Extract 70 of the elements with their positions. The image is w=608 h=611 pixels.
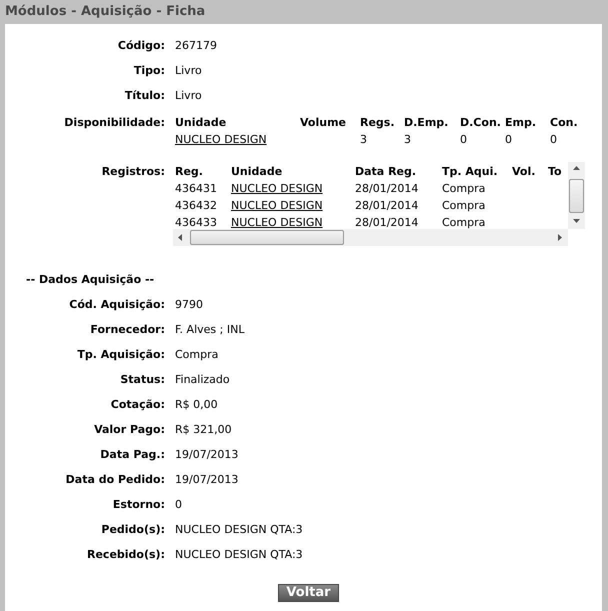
table-cell: 28/01/2014 xyxy=(355,216,418,229)
column-header: Tp. Aqui. xyxy=(442,165,498,178)
scroll-up-icon[interactable] xyxy=(573,166,580,170)
table-cell: Compra xyxy=(442,182,486,195)
table-cell: 28/01/2014 xyxy=(355,199,418,212)
column-header: D.Emp. xyxy=(404,116,448,129)
field-value: 19/07/2013 xyxy=(175,473,238,486)
field-label: Status: xyxy=(119,373,165,386)
field-value: 267179 xyxy=(175,39,217,52)
field-label: Recebido(s): xyxy=(86,548,165,561)
column-header: Regs. xyxy=(360,116,395,129)
table-cell: 436431 xyxy=(175,182,217,195)
column-header: Con. xyxy=(550,116,578,129)
field-value: R$ 0,00 xyxy=(175,398,218,411)
field-value: F. Alves ; INL xyxy=(175,323,244,336)
scroll-down-icon[interactable] xyxy=(573,219,580,223)
section-heading: -- Dados Aquisição -- xyxy=(25,272,156,288)
field-label: Cotação: xyxy=(110,398,165,411)
field-label: Disponibilidade: xyxy=(63,115,165,131)
column-header: D.Con. xyxy=(460,116,501,129)
column-header: To xyxy=(548,165,562,178)
table-cell: Compra xyxy=(442,199,486,212)
field-value: Livro xyxy=(175,64,202,77)
table-cell: Compra xyxy=(442,216,486,229)
field-value: 0 xyxy=(175,498,182,511)
field-label: Título: xyxy=(124,89,165,102)
field-label: Valor Pago: xyxy=(93,423,165,436)
field-label: Tipo: xyxy=(132,64,165,77)
field-label: Fornecedor: xyxy=(89,323,165,336)
unit-link[interactable]: NUCLEO DESIGN xyxy=(175,133,267,146)
vertical-scrollbar[interactable] xyxy=(568,162,585,229)
unit-link[interactable]: NUCLEO DESIGN xyxy=(231,199,323,212)
table-cell: 28/01/2014 xyxy=(355,182,418,195)
column-header: Unidade xyxy=(175,116,226,129)
table-cell: 436433 xyxy=(175,216,217,229)
field-label: Cód. Aquisição: xyxy=(68,298,165,311)
field-value: 9790 xyxy=(175,298,203,311)
field-label: Tp. Aquisição: xyxy=(76,348,165,361)
field-value: 19/07/2013 xyxy=(175,448,238,461)
unit-link[interactable]: NUCLEO DESIGN xyxy=(231,182,323,195)
horizontal-scrollbar[interactable] xyxy=(173,229,568,246)
field-label: Estorno: xyxy=(112,498,165,511)
column-header: Reg. xyxy=(175,165,203,178)
field-label: Código: xyxy=(116,39,165,52)
column-header: Unidade xyxy=(231,165,282,178)
field-value: R$ 321,00 xyxy=(175,423,232,436)
column-header: Volume xyxy=(300,116,346,129)
column-header: Emp. xyxy=(505,116,536,129)
field-label: Registros: xyxy=(100,164,165,180)
field-value: NUCLEO DESIGN QTA:3 xyxy=(175,548,303,561)
column-header: Data Reg. xyxy=(355,165,416,178)
table-cell: 0 xyxy=(505,133,512,146)
field-label: Data Pag.: xyxy=(99,448,165,461)
table-cell: 3 xyxy=(404,133,411,146)
scroll-left-icon[interactable] xyxy=(178,234,182,241)
field-value: NUCLEO DESIGN QTA:3 xyxy=(175,523,303,536)
field-label: Data do Pedido: xyxy=(64,473,165,486)
table-cell: 3 xyxy=(360,133,367,146)
scroll-right-icon[interactable] xyxy=(558,234,562,241)
table-cell: 0 xyxy=(550,133,557,146)
field-label: Pedido(s): xyxy=(100,523,165,536)
column-header: Vol. xyxy=(512,165,536,178)
back-button[interactable]: Voltar xyxy=(278,584,339,602)
table-cell: 436432 xyxy=(175,199,217,212)
field-value: Livro xyxy=(175,89,202,102)
window-title: Módulos - Aquisição - Ficha xyxy=(4,3,206,21)
table-cell: 0 xyxy=(460,133,467,146)
field-value: Finalizado xyxy=(175,373,230,386)
unit-link[interactable]: NUCLEO DESIGN xyxy=(231,216,323,229)
field-value: Compra xyxy=(175,348,218,361)
